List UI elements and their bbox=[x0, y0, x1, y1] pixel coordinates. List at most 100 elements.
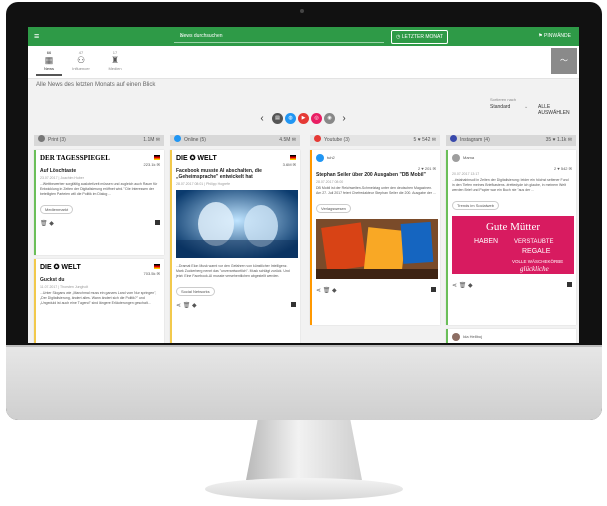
german-flag-icon bbox=[290, 155, 296, 160]
delete-icon[interactable]: 🗑 bbox=[183, 303, 191, 309]
card-excerpt: ...Unter Slogans wie „Manchmal muss ein … bbox=[40, 291, 157, 305]
select-all-button[interactable]: ALLE AUSWÄHLEN bbox=[538, 104, 579, 116]
column-stats-instagram: 35 ♥ 1.1k ✉ bbox=[545, 137, 572, 143]
poster-line-3: VERSTAUBTE bbox=[514, 239, 554, 245]
monitor-stand-base bbox=[205, 478, 403, 500]
instagram-card[interactable]: Ida Hellboj bbox=[446, 329, 576, 343]
card-excerpt: DB Mobil ist der Reichweiten-Schmelztag … bbox=[316, 186, 436, 195]
card-actions: ⋖ 🗑 ◆ bbox=[312, 284, 440, 298]
column-print: Print (3) 1.1M ✉ DER TAGESSPIEGEL 223.1k… bbox=[34, 135, 164, 343]
carousel-prev-icon[interactable]: ‹ bbox=[258, 113, 266, 124]
news-card[interactable]: DIE ✪ WELT 703.5k ✉ Guckst du 11.07.2017… bbox=[34, 259, 164, 343]
time-filter-button[interactable]: ◷ LETZTER MONAT bbox=[391, 30, 449, 44]
sort-select[interactable]: Standard bbox=[490, 104, 510, 110]
card-actions: 🗑 ◆ bbox=[36, 217, 164, 231]
column-stats-online: 4.5M ✉ bbox=[279, 137, 296, 143]
share-icon[interactable]: ⋖ bbox=[452, 283, 457, 289]
delete-icon[interactable]: 🗑 bbox=[40, 221, 48, 227]
tag-chip[interactable]: Medienmarkt bbox=[40, 205, 74, 214]
tag-icon[interactable]: ◆ bbox=[332, 288, 337, 294]
column-header-online[interactable]: Online (5) 4.5M ✉ bbox=[170, 135, 300, 146]
card-excerpt: ...Dramat Elon Musk warnt vor den Gefahr… bbox=[176, 264, 290, 278]
tab-influencer-label: Influencer bbox=[72, 66, 90, 71]
german-flag-icon bbox=[154, 155, 160, 160]
account-avatar bbox=[452, 333, 460, 341]
column-stats-youtube: 5 ♥ 542 ✉ bbox=[413, 137, 436, 143]
column-title-print: Print (3) bbox=[48, 137, 66, 143]
delete-icon[interactable]: 🗑 bbox=[459, 283, 467, 289]
source-logo: DIE ✪ WELT bbox=[176, 155, 217, 162]
channel-name: tuh2 bbox=[327, 155, 335, 161]
chevron-down-icon[interactable]: ⌄ bbox=[524, 104, 528, 110]
tag-chip[interactable]: Trends im Socialweb bbox=[452, 201, 499, 210]
tag-chip[interactable]: Social Networks bbox=[176, 287, 215, 296]
column-title-instagram: Instagram (4) bbox=[460, 137, 490, 143]
tab-medien-label: Medien bbox=[108, 66, 122, 71]
card-actions: ⋖ 🗑 ◆ bbox=[448, 279, 576, 293]
pinwall-label: PINWÄNDE bbox=[544, 33, 571, 39]
save-icon[interactable] bbox=[291, 302, 296, 307]
tab-news[interactable]: 66 ▦ News bbox=[36, 50, 62, 76]
column-stats-print: 1.1M ✉ bbox=[143, 137, 160, 143]
share-icon[interactable]: ⋖ bbox=[316, 288, 321, 294]
column-title-online: Online (5) bbox=[184, 137, 206, 143]
search-icon[interactable]: ⌕ bbox=[180, 33, 382, 39]
source-logo: DER TAGESSPIEGEL bbox=[40, 154, 110, 162]
news-icon: ▦ bbox=[44, 55, 54, 65]
save-icon[interactable] bbox=[567, 282, 572, 287]
online-filter-icon[interactable]: ◍ bbox=[285, 113, 296, 124]
tag-icon[interactable]: ◆ bbox=[49, 221, 54, 227]
column-header-instagram[interactable]: Instagram (4) 35 ♥ 1.1k ✉ bbox=[446, 135, 576, 146]
poster-line-6: glückliche bbox=[520, 265, 549, 273]
save-icon[interactable] bbox=[431, 287, 436, 292]
poster-line-2: HABEN bbox=[474, 238, 498, 245]
card-title: Auf Löschtaste bbox=[40, 168, 77, 174]
tag-icon[interactable]: ◆ bbox=[468, 283, 473, 289]
channel-avatar bbox=[316, 154, 324, 162]
tag-icon[interactable]: ◆ bbox=[192, 303, 197, 309]
news-card[interactable]: DIE ✪ WELT 3.6M ✉ Facebook musste AI abs… bbox=[170, 150, 300, 343]
print-filter-icon[interactable]: ▤ bbox=[272, 113, 283, 124]
tab-news-label: News bbox=[43, 66, 54, 71]
tab-influencer[interactable]: 47 ⚇ Influencer bbox=[68, 50, 94, 71]
card-excerpt: ...Wettbewerber sorgfältig auslotet/zeit… bbox=[40, 182, 158, 196]
sort-label: Sortieren nach bbox=[490, 97, 517, 102]
carousel-next-icon[interactable]: › bbox=[340, 113, 348, 124]
card-excerpt: ...#stahabinsoll in Zeiten der Digitalis… bbox=[452, 178, 569, 192]
trend-icon: 〜 bbox=[560, 56, 568, 65]
account-row: Mama bbox=[448, 150, 576, 166]
ai-robot-image bbox=[176, 190, 298, 258]
tag-chip[interactable]: Verlagswesen bbox=[316, 204, 351, 213]
video-card[interactable]: tuh2 2 ♥ 201 ✉ Stephan Seiler über 200 A… bbox=[310, 150, 440, 325]
time-filter-label: LETZTER MONAT bbox=[401, 34, 444, 40]
account-avatar bbox=[452, 154, 460, 162]
online-icon bbox=[174, 135, 181, 142]
pinwall-button[interactable]: ⚑ PINWÄNDE bbox=[538, 33, 571, 39]
share-icon[interactable]: ⋖ bbox=[176, 303, 181, 309]
card-title: Guckst du bbox=[40, 277, 65, 283]
other-filter-icon[interactable]: ◉ bbox=[324, 113, 335, 124]
youtube-filter-icon[interactable]: ▶ bbox=[298, 113, 309, 124]
camera-dot bbox=[300, 9, 304, 13]
column-instagram: Instagram (4) 35 ♥ 1.1k ✉ Mama 2 ♥ 542 ✉… bbox=[446, 135, 576, 343]
monitor-stand-neck bbox=[246, 420, 362, 480]
card-date: 28.07.2017 08:01 | Philipp Hogrefe bbox=[176, 182, 231, 186]
save-icon[interactable] bbox=[155, 220, 160, 225]
poster-line-5: VOLLE WÄSCHEKÖRBE bbox=[512, 258, 563, 264]
column-header-print[interactable]: Print (3) 1.1M ✉ bbox=[34, 135, 164, 146]
news-card[interactable]: DER TAGESSPIEGEL 223.1k ✉ Auf Löschtaste… bbox=[34, 150, 164, 255]
account-name: Mama bbox=[463, 155, 475, 161]
menu-icon[interactable]: ≡ bbox=[34, 32, 39, 41]
poster-image: Gute Mütter HABEN VERSTAUBTE REGALE VOLL… bbox=[452, 216, 574, 274]
people-icon: ⚇ bbox=[76, 55, 86, 65]
delete-icon[interactable]: 🗑 bbox=[323, 288, 331, 294]
instagram-card[interactable]: Mama 2 ♥ 542 ✉ 20.07.2017 13:17 ...#stah… bbox=[446, 150, 576, 325]
chart-toggle-button[interactable]: 〜 bbox=[551, 48, 577, 74]
column-header-youtube[interactable]: Youtube (3) 5 ♥ 542 ✉ bbox=[310, 135, 440, 146]
tab-medien[interactable]: 17 ♜ Medien bbox=[102, 50, 128, 71]
instagram-filter-icon[interactable]: ◎ bbox=[311, 113, 322, 124]
column-youtube: Youtube (3) 5 ♥ 542 ✉ tuh2 2 ♥ 201 ✉ Ste… bbox=[310, 135, 440, 343]
magazine-thumbnail bbox=[316, 219, 438, 279]
search-input[interactable]: News durchsuchen ⌕ bbox=[174, 31, 384, 43]
column-title-youtube: Youtube (3) bbox=[324, 137, 350, 143]
